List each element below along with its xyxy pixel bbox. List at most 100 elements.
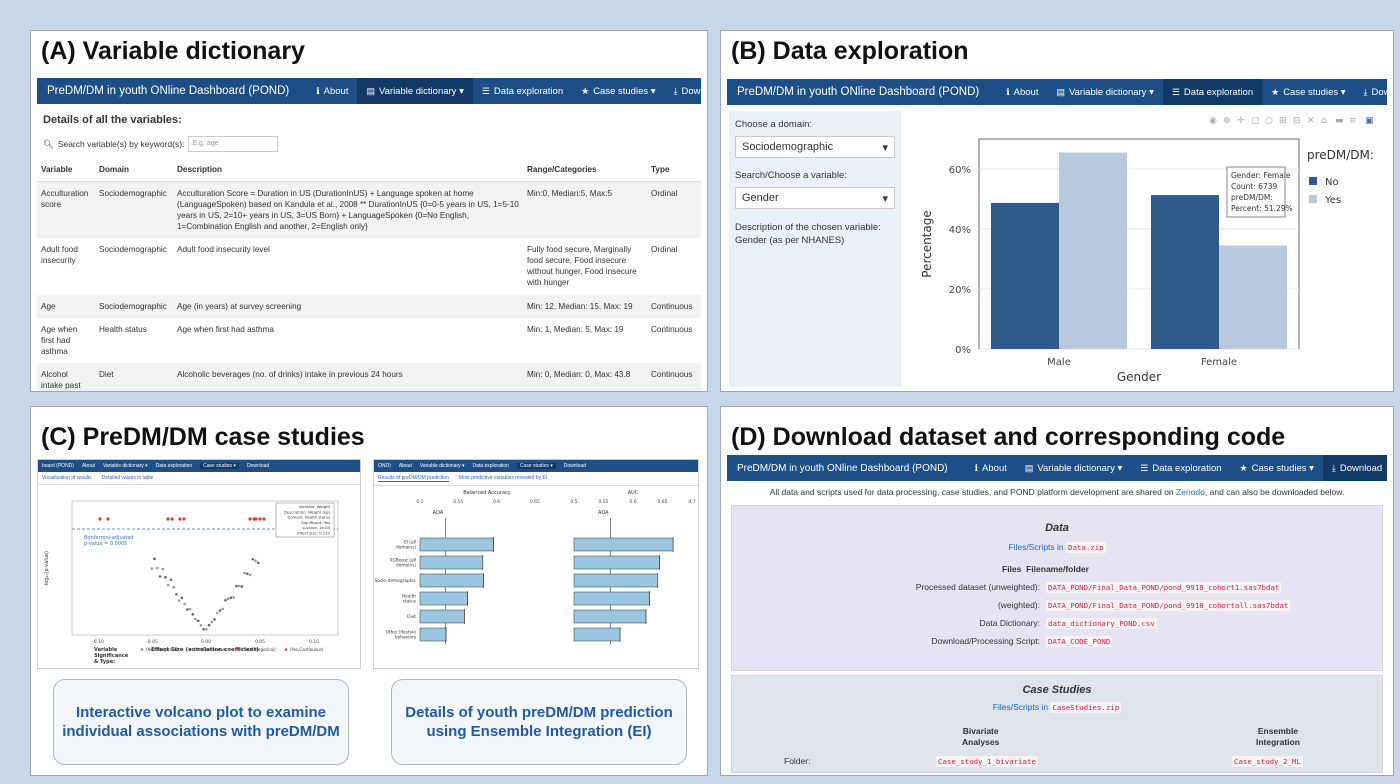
nav-variable-dictionary[interactable]: ▤ Variable dictionary ▾ xyxy=(1047,79,1162,105)
tab-predictive-variables[interactable]: Most predictive variables revealed by EI xyxy=(459,475,547,482)
mini-nav-item[interactable]: Data exploration xyxy=(473,463,509,469)
table-row[interactable]: Age Sociodemographic Age (in years) at s… xyxy=(37,294,701,318)
mini-nav-item[interactable]: Download xyxy=(247,463,269,469)
volcano-tooltip-line: Variable: Weight xyxy=(299,504,331,509)
zoom-in-icon[interactable]: ⊞ xyxy=(1279,116,1287,126)
gender-bar-chart[interactable]: ◉ ⊕ ✛ ▢ ○ ⊞ ⊟ ✕ ⌂ ▬ ≡ ▣ 0% 20% 40% 60% Male F… xyxy=(909,109,1389,389)
legend-title-3: & Type: xyxy=(94,659,115,665)
col-range[interactable]: Range/Categories xyxy=(523,158,647,182)
col-domain[interactable]: Domain xyxy=(95,158,173,182)
nav-data-exploration[interactable]: ☰ Data exploration xyxy=(1162,79,1263,105)
ba-bar xyxy=(419,609,465,624)
nav-download[interactable]: ⤓Download xyxy=(665,78,701,104)
gender-chart[interactable]: ◉ ⊕ ✛ ▢ ○ ⊞ ⊟ ✕ ⌂ ▬ ≡ ▣ 0% 20% 40% 60% Male F… xyxy=(909,109,1389,389)
table-row[interactable]: Age when first had asthma Health status … xyxy=(37,318,701,363)
auc-bar xyxy=(573,591,650,606)
cell-variable: Acculturation score xyxy=(37,181,95,239)
zenodo-link[interactable]: Zenodo xyxy=(1176,487,1205,497)
autoscale-icon[interactable]: ✕ xyxy=(1307,116,1315,126)
nav-variable-dictionary[interactable]: ▤ Variable dictionary ▾ xyxy=(1016,455,1131,481)
data-zip-link[interactable]: Data.zip xyxy=(1066,542,1106,553)
mini-nav-item[interactable]: board (POND) xyxy=(42,463,74,469)
volcano-point xyxy=(202,627,205,631)
spike-icon[interactable]: ▬ xyxy=(1335,116,1344,126)
cell-description: Alcoholic beverages (no. of drinks) inta… xyxy=(173,362,523,391)
camera-icon[interactable]: ◉ xyxy=(1209,116,1217,126)
cs-col1-line2: Analyses xyxy=(962,737,1000,748)
case-studies-header: Case Studies xyxy=(1022,684,1092,696)
nav-data-exploration[interactable]: ☰ Data exploration xyxy=(1131,455,1230,481)
mini-nav-item[interactable]: Case studies ▾ xyxy=(516,463,556,469)
row-file[interactable]: DATA_POND/Final_Data_POND/pond_9918_coho… xyxy=(1046,582,1282,593)
row-file[interactable]: DATA_CODE_POND xyxy=(1046,636,1113,647)
brand[interactable]: PreDM/DM in youth ONline Dashboard (POND… xyxy=(727,463,966,474)
volcano-plot[interactable]: Bonferroni-adjustedp-value = 0.0005-0.10… xyxy=(38,485,361,665)
nav-about[interactable]: ℹ About xyxy=(307,78,357,104)
nav-variable-dictionary[interactable]: ▤ Variable dictionary ▾ xyxy=(357,78,473,104)
nav-about[interactable]: ℹ About xyxy=(966,455,1016,481)
tab-detailed-values[interactable]: Detailed values in table xyxy=(102,475,154,481)
plot-toolbar[interactable]: ◉ ⊕ ✛ ▢ ○ ⊞ ⊟ ✕ ⌂ ▬ ≡ ▣ xyxy=(1209,116,1374,126)
folder-bivariate[interactable]: Case_study_1_bivariate xyxy=(936,756,1038,767)
mini-nav-item[interactable]: Case studies ▾ xyxy=(200,463,239,469)
files-prefix: Files/Scripts in xyxy=(992,702,1049,712)
tab-prediction-results[interactable]: Results of preDM/DM prediction xyxy=(378,475,449,482)
plotly-logo-icon[interactable]: ▣ xyxy=(1365,116,1374,126)
variable-select[interactable]: Gender ▾ xyxy=(735,187,895,209)
nav-case-studies[interactable]: ★ Case studies ▾ xyxy=(1231,455,1323,481)
zoom-icon[interactable]: ⊕ xyxy=(1223,116,1231,126)
tab-visualization[interactable]: Visualization of results xyxy=(42,475,92,481)
mini-nav-item[interactable]: About xyxy=(399,463,412,469)
col-type[interactable]: Type xyxy=(647,158,701,182)
nav-download-label: Download xyxy=(681,85,702,97)
mini-nav-item[interactable]: About xyxy=(82,463,95,469)
book-icon: ▤ xyxy=(1024,462,1034,473)
pan-icon[interactable]: ✛ xyxy=(1237,116,1245,126)
cell-domain: Diet xyxy=(95,362,173,391)
domain-label: Choose a domain: xyxy=(735,119,813,130)
ei-bar-charts[interactable]: Balanced Accuracy 0.5 0.55 0.6 0.65 ADA AUC 0.5… xyxy=(374,486,699,666)
cell-domain: Sociodemographic xyxy=(99,245,167,255)
nav-about-label: About xyxy=(1013,86,1039,98)
mini-nav-item[interactable]: Variable dictionary ▾ xyxy=(420,463,465,469)
nav-data-exploration[interactable]: ☰ Data exploration xyxy=(473,78,572,104)
mini-nav-item[interactable]: Data exploration xyxy=(156,463,192,469)
row-file[interactable]: DATA_POND/Final_Data_POND/pond_9918_coho… xyxy=(1046,600,1291,611)
home-icon[interactable]: ⌂ xyxy=(1321,116,1327,126)
box-select-icon[interactable]: ▢ xyxy=(1251,116,1260,126)
cell-domain: Sociodemographic xyxy=(95,294,173,318)
lasso-icon[interactable]: ○ xyxy=(1265,116,1273,126)
folder-ml[interactable]: Case_study_2_ML xyxy=(1232,756,1303,767)
intro-text: All data and scripts used for data proce… xyxy=(769,487,1174,497)
domain-select[interactable]: Sociodemographic ▾ xyxy=(735,136,895,158)
volcano-point xyxy=(183,602,186,606)
row-file[interactable]: data_dictionary_POND.csv xyxy=(1046,618,1157,629)
brand[interactable]: PreDM/DM in youth ONline Dashboard (POND… xyxy=(727,86,997,98)
nav-case-studies[interactable]: ★ Case studies ▾ xyxy=(1262,79,1354,105)
brand[interactable]: PreDM/DM in youth ONline Dashboard (POND… xyxy=(37,85,307,97)
volcano-tooltip-line: Significant: Yes xyxy=(301,520,330,525)
table-row[interactable]: Acculturation score Sociodemographic Acc… xyxy=(37,181,701,239)
table-row[interactable]: Alcohol intake past 24 hours Diet Alcoho… xyxy=(37,362,701,391)
compare-icon[interactable]: ≡ xyxy=(1349,116,1357,126)
legend-swatch-no xyxy=(1309,177,1317,185)
mini-nav-item[interactable]: Download xyxy=(564,463,586,469)
col-variable[interactable]: Variable xyxy=(37,158,95,182)
ba-bar xyxy=(419,591,468,606)
volcano-point xyxy=(215,611,219,615)
nav-case-studies[interactable]: ★ Case studies ▾ xyxy=(572,78,664,104)
table-row[interactable]: Adult food insecurity Sociodemographic A… xyxy=(37,238,701,294)
mini-nav-item[interactable]: OND) xyxy=(378,463,391,469)
callout-ei: Details of youth preDM/DM prediction usi… xyxy=(391,679,687,765)
zoom-out-icon[interactable]: ⊟ xyxy=(1293,116,1301,126)
casestudies-zip-link[interactable]: CaseStudies.zip xyxy=(1050,702,1122,713)
volcano-point xyxy=(232,596,235,599)
volcano-point-significant xyxy=(182,517,186,521)
cell-description: Age (in years) at survey screening xyxy=(173,294,523,318)
col-description[interactable]: Description xyxy=(173,158,523,182)
nav-download[interactable]: ⤓Download xyxy=(1355,79,1387,105)
search-input[interactable]: E.g. age xyxy=(188,136,279,152)
nav-download[interactable]: ⤓Download xyxy=(1322,455,1387,481)
mini-nav-item[interactable]: Variable dictionary ▾ xyxy=(103,463,148,469)
nav-about[interactable]: ℹ About xyxy=(997,79,1047,105)
